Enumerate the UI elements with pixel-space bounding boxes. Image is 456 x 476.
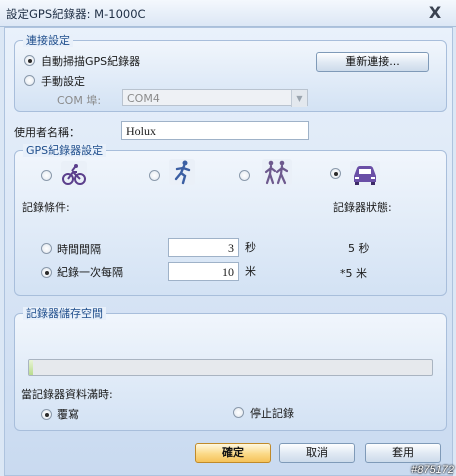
apply-button[interactable]: 套用	[365, 443, 441, 463]
reconnect-button[interactable]: 重新連接...	[316, 52, 429, 72]
overwrite-radio[interactable]	[41, 409, 52, 420]
manual-radio[interactable]	[24, 75, 35, 86]
com-port-value: COM4	[127, 92, 160, 105]
time-unit-label: 秒	[245, 241, 256, 254]
connection-group: 連接設定 自動掃描GPS紀錄器 手動設定 COM 埠: COM4 ▼ 重新連接.…	[14, 34, 447, 112]
record-condition-label: 記錄條件:	[22, 201, 70, 214]
hikers-icon	[262, 159, 292, 185]
distance-unit-label: 米	[245, 265, 256, 278]
mode-hikers-radio[interactable]	[239, 170, 250, 181]
close-icon[interactable]: X	[424, 2, 446, 24]
car-icon	[350, 161, 380, 187]
distance-interval-input[interactable]: 10	[168, 262, 239, 281]
mode-bicycle-radio[interactable]	[41, 170, 52, 181]
overwrite-label: 覆寫	[57, 408, 79, 421]
chevron-down-icon: ▼	[291, 90, 307, 107]
distance-status-value: *5 米	[340, 267, 367, 280]
distance-interval-label: 紀錄一次每隔	[57, 266, 123, 279]
com-port-label: COM 埠:	[57, 94, 102, 107]
auto-scan-label: 自動掃描GPS紀錄器	[41, 55, 141, 68]
username-label: 使用者名稱：	[14, 126, 80, 139]
ok-button[interactable]: 確定	[195, 443, 271, 463]
watermark: #875172	[411, 464, 454, 476]
storage-group-title: 記錄器儲存空間	[23, 307, 106, 320]
username-input[interactable]: Holux	[121, 121, 309, 140]
connection-group-title: 連接設定	[23, 34, 73, 47]
gps-settings-group-title: GPS紀錄器設定	[23, 144, 107, 157]
storage-full-label: 當記錄器資料滿時:	[21, 388, 113, 401]
distance-interval-radio[interactable]	[41, 267, 52, 278]
auto-scan-radio[interactable]	[24, 55, 35, 66]
stop-recording-label: 停止記錄	[250, 407, 294, 420]
cancel-button[interactable]: 取消	[279, 443, 355, 463]
title-bar: 設定GPS紀錄器: M-1000C X	[0, 0, 456, 27]
storage-progress-bar	[28, 359, 433, 376]
dialog-body: 連接設定 自動掃描GPS紀錄器 手動設定 COM 埠: COM4 ▼ 重新連接.…	[4, 27, 453, 476]
mode-runner-radio[interactable]	[149, 170, 160, 181]
time-interval-label: 時間間隔	[57, 243, 101, 256]
stop-recording-radio[interactable]	[233, 407, 244, 418]
window-title: 設定GPS紀錄器: M-1000C	[6, 7, 146, 21]
time-status-value: 5 秒	[348, 242, 370, 255]
bicycle-icon	[61, 161, 87, 187]
storage-progress-fill	[29, 360, 34, 375]
manual-label: 手動設定	[41, 75, 85, 88]
gps-settings-group: GPS紀錄器設定 記錄條件: 記錄器狀態: 時間間隔 3 秒 5 秒 紀錄一次每…	[14, 144, 447, 296]
time-interval-radio[interactable]	[41, 243, 52, 254]
com-port-select[interactable]: COM4 ▼	[122, 89, 308, 107]
storage-group: 記錄器儲存空間 當記錄器資料滿時: 覆寫 停止記錄	[14, 307, 447, 431]
time-interval-input[interactable]: 3	[168, 238, 239, 257]
logger-status-label: 記錄器狀態:	[333, 201, 392, 214]
runner-icon	[169, 159, 195, 185]
mode-car-radio[interactable]	[330, 168, 341, 179]
